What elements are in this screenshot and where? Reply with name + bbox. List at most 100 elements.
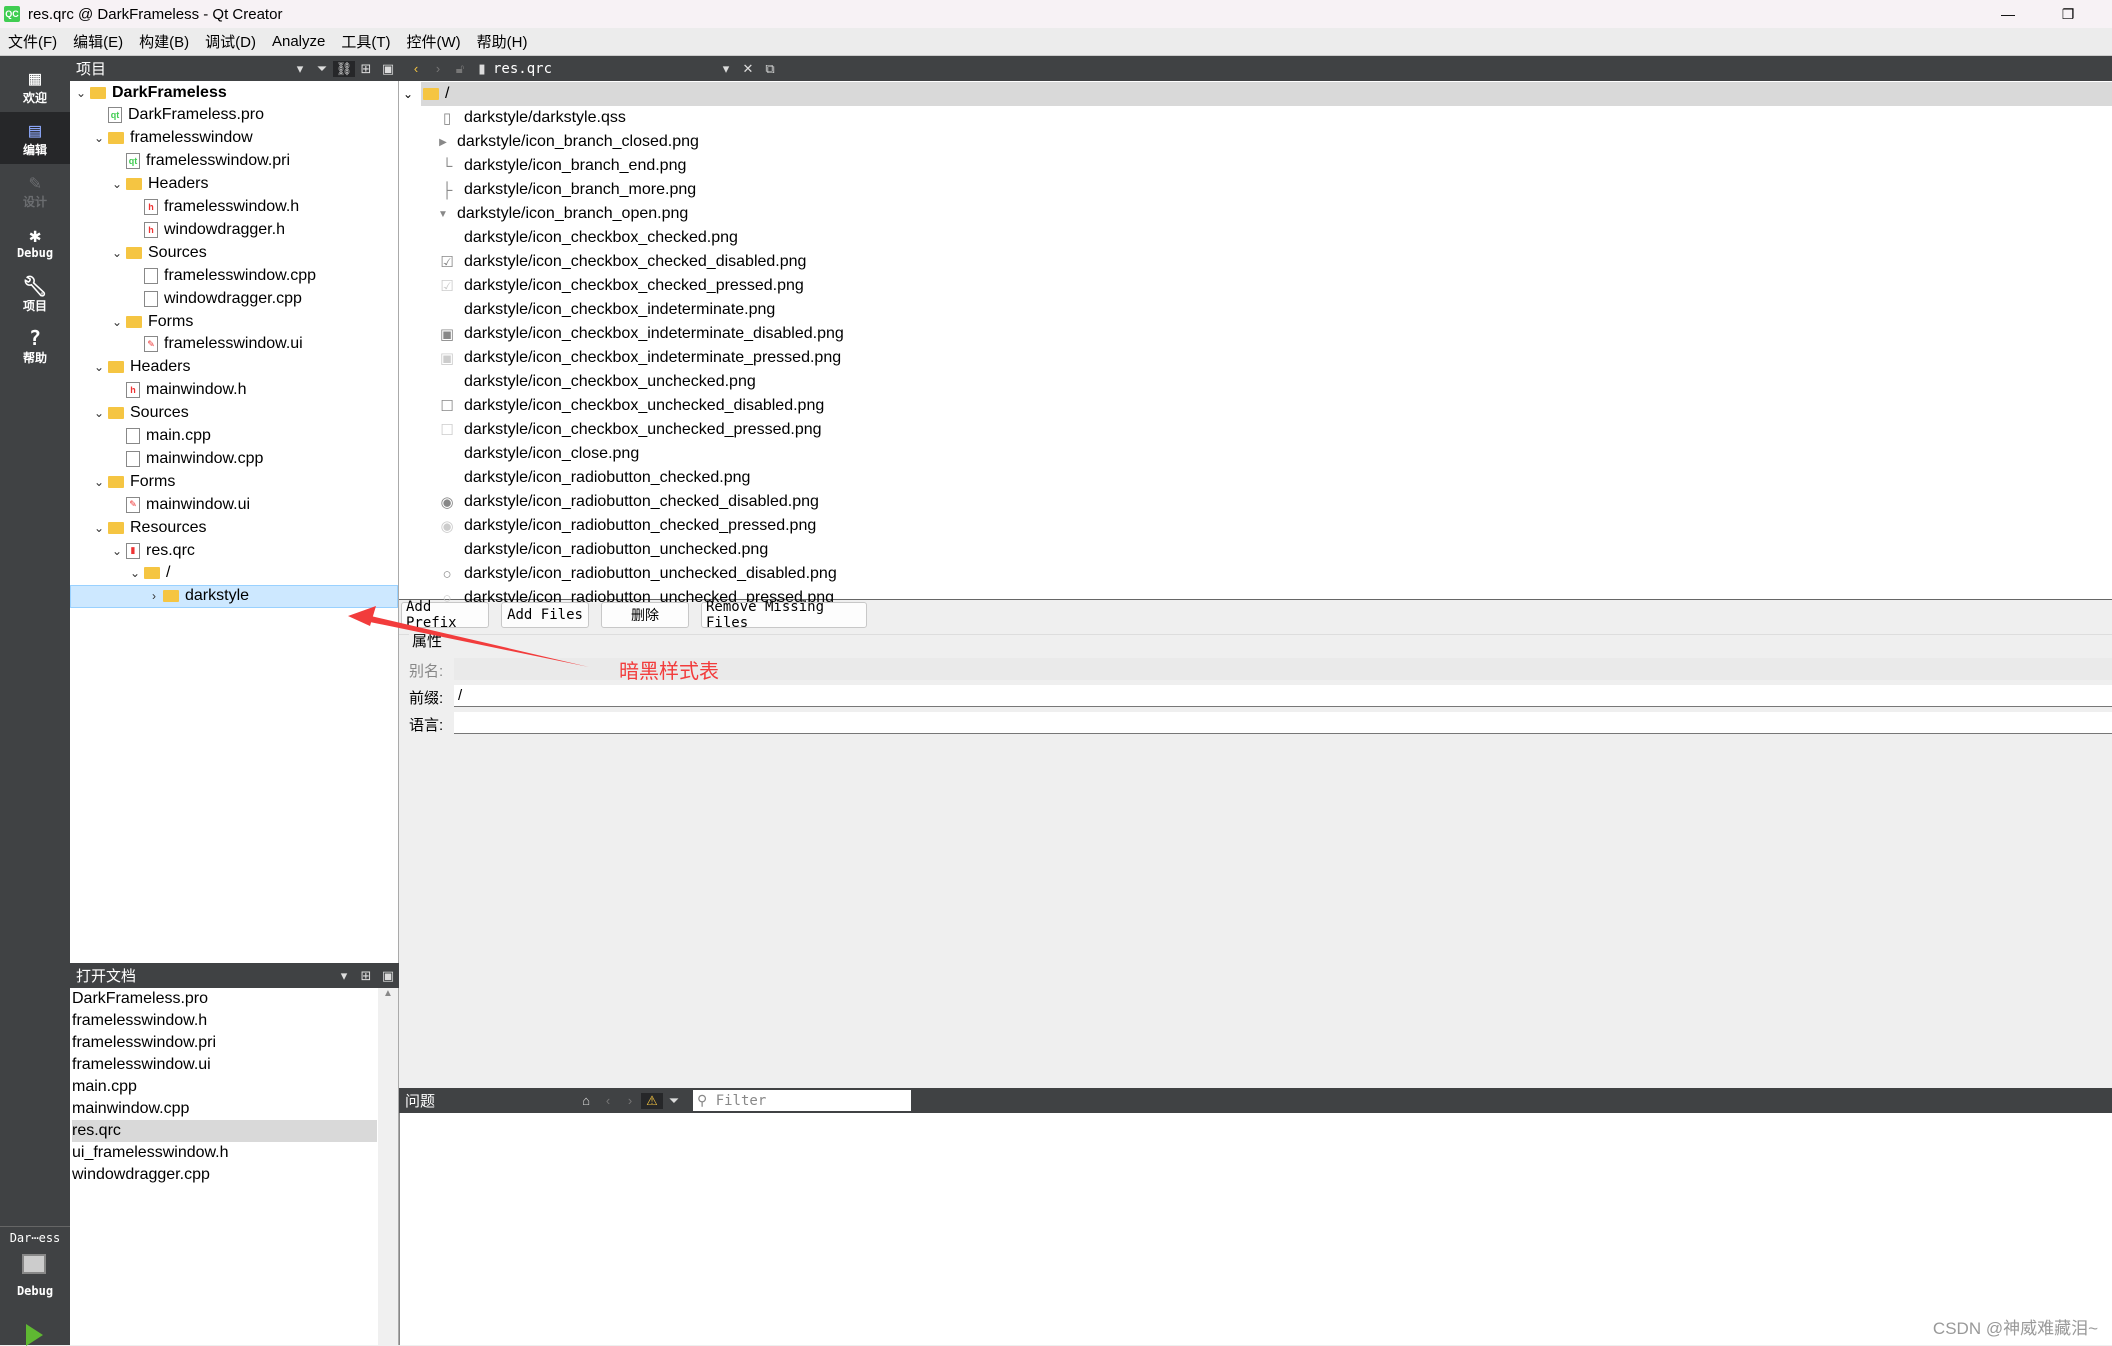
resource-file-item[interactable]: darkstyle/icon_checkbox_indeterminate.pn… xyxy=(399,298,2112,322)
resource-file-item[interactable]: ├ darkstyle/icon_branch_more.png xyxy=(399,178,2112,202)
resource-file-item[interactable]: ◉ darkstyle/icon_radiobutton_checked_pres… xyxy=(399,514,2112,538)
open-documents-title[interactable]: 打开文档 xyxy=(76,965,333,986)
resource-file-item[interactable]: darkstyle/icon_radiobutton_unchecked.png xyxy=(399,538,2112,562)
resource-file-item[interactable]: darkstyle/icon_radiobutton_checked.png xyxy=(399,466,2112,490)
tree-item[interactable]: ⌄ Forms xyxy=(70,310,398,333)
menu-item[interactable]: 帮助(H) xyxy=(477,31,528,52)
menu-item[interactable]: 调试(D) xyxy=(205,31,256,52)
minimize-button[interactable]: — xyxy=(1978,0,2038,28)
filter-icon[interactable]: ⏷ xyxy=(663,1093,685,1109)
back-icon[interactable]: ‹ xyxy=(405,61,427,76)
close-panel-icon[interactable]: ▣ xyxy=(377,968,399,984)
tree-item[interactable]: ⌄ Sources xyxy=(70,402,398,425)
warning-icon[interactable]: ⚠ xyxy=(641,1092,663,1109)
mode-pencil[interactable]: ✎ 设计 xyxy=(0,164,70,216)
tree-item[interactable]: ⌄ ▮ res.qrc xyxy=(70,539,398,562)
open-document-item[interactable]: framelesswindow.ui xyxy=(72,1054,377,1076)
tree-item[interactable]: framelesswindow.cpp xyxy=(70,264,398,287)
open-file-selector[interactable]: res.qrc xyxy=(493,61,715,77)
prefix-row[interactable]: ⌄ / xyxy=(403,82,2112,106)
tree-item[interactable]: qt DarkFrameless.pro xyxy=(70,104,398,127)
link-icon[interactable]: ⛓ xyxy=(333,60,355,77)
close-panel-icon[interactable]: ▣ xyxy=(377,61,399,77)
resource-file-item[interactable]: └ darkstyle/icon_branch_end.png xyxy=(399,154,2112,178)
next-icon[interactable]: › xyxy=(619,1093,641,1108)
resource-file-item[interactable]: ☑ darkstyle/icon_checkbox_checked_disable… xyxy=(399,250,2112,274)
monitor-icon[interactable] xyxy=(22,1254,46,1274)
tree-item[interactable]: h mainwindow.h xyxy=(70,379,398,402)
chevron-down-icon[interactable]: ⌄ xyxy=(403,87,413,101)
tree-item[interactable]: h windowdragger.h xyxy=(70,218,398,241)
chevron-down-icon[interactable]: ⌄ xyxy=(90,521,108,535)
open-document-item[interactable]: windowdragger.cpp xyxy=(72,1164,377,1186)
menu-item[interactable]: 构建(B) xyxy=(139,31,189,52)
tree-item[interactable]: ⌄ Headers xyxy=(70,356,398,379)
build-config-label[interactable]: Debug xyxy=(0,1284,70,1298)
open-document-item[interactable]: ui_framelesswindow.h xyxy=(72,1142,377,1164)
tree-item[interactable]: qt framelesswindow.pri xyxy=(70,150,398,173)
tree-item[interactable]: h framelesswindow.h xyxy=(70,196,398,219)
resource-file-item[interactable]: ◉ darkstyle/icon_radiobutton_checked_disa… xyxy=(399,490,2112,514)
menu-item[interactable]: 工具(T) xyxy=(341,31,390,52)
chevron-down-icon[interactable]: ⌄ xyxy=(90,406,108,420)
chevron-down-icon[interactable]: ⌄ xyxy=(108,315,126,329)
resource-file-item[interactable]: darkstyle/icon_checkbox_checked.png xyxy=(399,226,2112,250)
chevron-down-icon[interactable]: ⌄ xyxy=(126,566,144,580)
tree-item[interactable]: ⌄ DarkFrameless xyxy=(70,81,398,104)
menu-item[interactable]: 编辑(E) xyxy=(73,31,123,52)
close-document-icon[interactable]: ✕ xyxy=(737,61,759,77)
tree-item[interactable]: ⌄ framelesswindow xyxy=(70,127,398,150)
tree-item[interactable]: mainwindow.cpp xyxy=(70,447,398,470)
open-document-item[interactable]: DarkFrameless.pro xyxy=(72,988,377,1010)
resource-file-item[interactable]: ▯ darkstyle/darkstyle.qss xyxy=(399,106,2112,130)
tree-item[interactable]: ⌄ Forms xyxy=(70,470,398,493)
tree-item[interactable]: ⌄ Resources xyxy=(70,516,398,539)
resource-file-item[interactable]: ☐ darkstyle/icon_checkbox_unchecked_press… xyxy=(399,418,2112,442)
chevron-down-icon[interactable]: ⌄ xyxy=(90,131,108,145)
menu-item[interactable]: Analyze xyxy=(272,33,325,50)
resource-file-item[interactable]: darkstyle/icon_checkbox_unchecked.png xyxy=(399,370,2112,394)
tree-item[interactable]: windowdragger.cpp xyxy=(70,287,398,310)
resource-file-item[interactable]: ○ darkstyle/icon_radiobutton_unchecked_di… xyxy=(399,562,2112,586)
open-document-item[interactable]: main.cpp xyxy=(72,1076,377,1098)
mode-bug[interactable]: ✱ Debug xyxy=(0,216,70,268)
tree-item[interactable]: ✎ framelesswindow.ui xyxy=(70,333,398,356)
mode-wrench[interactable]: 🔧︎ 项目 xyxy=(0,268,70,320)
split-icon[interactable]: ⊞ xyxy=(355,61,377,77)
open-document-item[interactable]: res.qrc xyxy=(72,1120,377,1142)
chevron-down-icon[interactable]: ⌄ xyxy=(90,475,108,489)
menu-item[interactable]: 文件(F) xyxy=(8,31,57,52)
tree-item[interactable]: ⌄ / xyxy=(70,562,398,585)
mode-grid[interactable]: ▦ 欢迎 xyxy=(0,60,70,112)
menu-item[interactable]: 控件(W) xyxy=(407,31,461,52)
delete-button[interactable]: 删除 xyxy=(601,602,689,628)
resource-file-item[interactable]: darkstyle/icon_close.png xyxy=(399,442,2112,466)
resource-file-item[interactable]: ▶ darkstyle/icon_branch_closed.png xyxy=(399,130,2112,154)
dropdown-icon[interactable]: ▾ xyxy=(289,61,311,77)
resource-file-item[interactable]: ▼ darkstyle/icon_branch_open.png xyxy=(399,202,2112,226)
language-field[interactable] xyxy=(454,712,2112,734)
open-document-item[interactable]: framelesswindow.h xyxy=(72,1010,377,1032)
chevron-down-icon[interactable]: ⌄ xyxy=(72,86,90,100)
mode-edit[interactable]: ▤ 编辑 xyxy=(0,112,70,164)
resource-file-item[interactable]: ☑ darkstyle/icon_checkbox_checked_pressed… xyxy=(399,274,2112,298)
forward-icon[interactable]: › xyxy=(427,61,449,76)
chevron-right-icon[interactable]: › xyxy=(145,589,163,603)
filter-icon[interactable]: ⏷ xyxy=(311,61,333,77)
split-icon[interactable]: ⊞ xyxy=(355,968,377,984)
open-document-item[interactable]: framelesswindow.pri xyxy=(72,1032,377,1054)
clean-icon[interactable]: ⌂ xyxy=(575,1093,597,1108)
tree-item[interactable]: ⌄ Headers xyxy=(70,173,398,196)
dropdown-icon[interactable]: ▾ xyxy=(715,61,737,77)
prefix-field[interactable]: / xyxy=(454,685,2112,707)
resource-file-item[interactable]: ▣ darkstyle/icon_checkbox_indeterminate_d… xyxy=(399,322,2112,346)
scrollbar[interactable]: ▲ xyxy=(378,988,398,1345)
chevron-down-icon[interactable]: ⌄ xyxy=(90,360,108,374)
resource-file-item[interactable]: ☐ darkstyle/icon_checkbox_unchecked_disab… xyxy=(399,394,2112,418)
remove-missing-files-button[interactable]: Remove Missing Files xyxy=(701,599,867,631)
chevron-down-icon[interactable]: ⌄ xyxy=(108,544,126,558)
tree-item[interactable]: ✎ mainwindow.ui xyxy=(70,493,398,516)
chevron-down-icon[interactable]: ⌄ xyxy=(108,246,126,260)
dropdown-icon[interactable]: ▾ xyxy=(333,968,355,984)
prev-icon[interactable]: ‹ xyxy=(597,1093,619,1108)
